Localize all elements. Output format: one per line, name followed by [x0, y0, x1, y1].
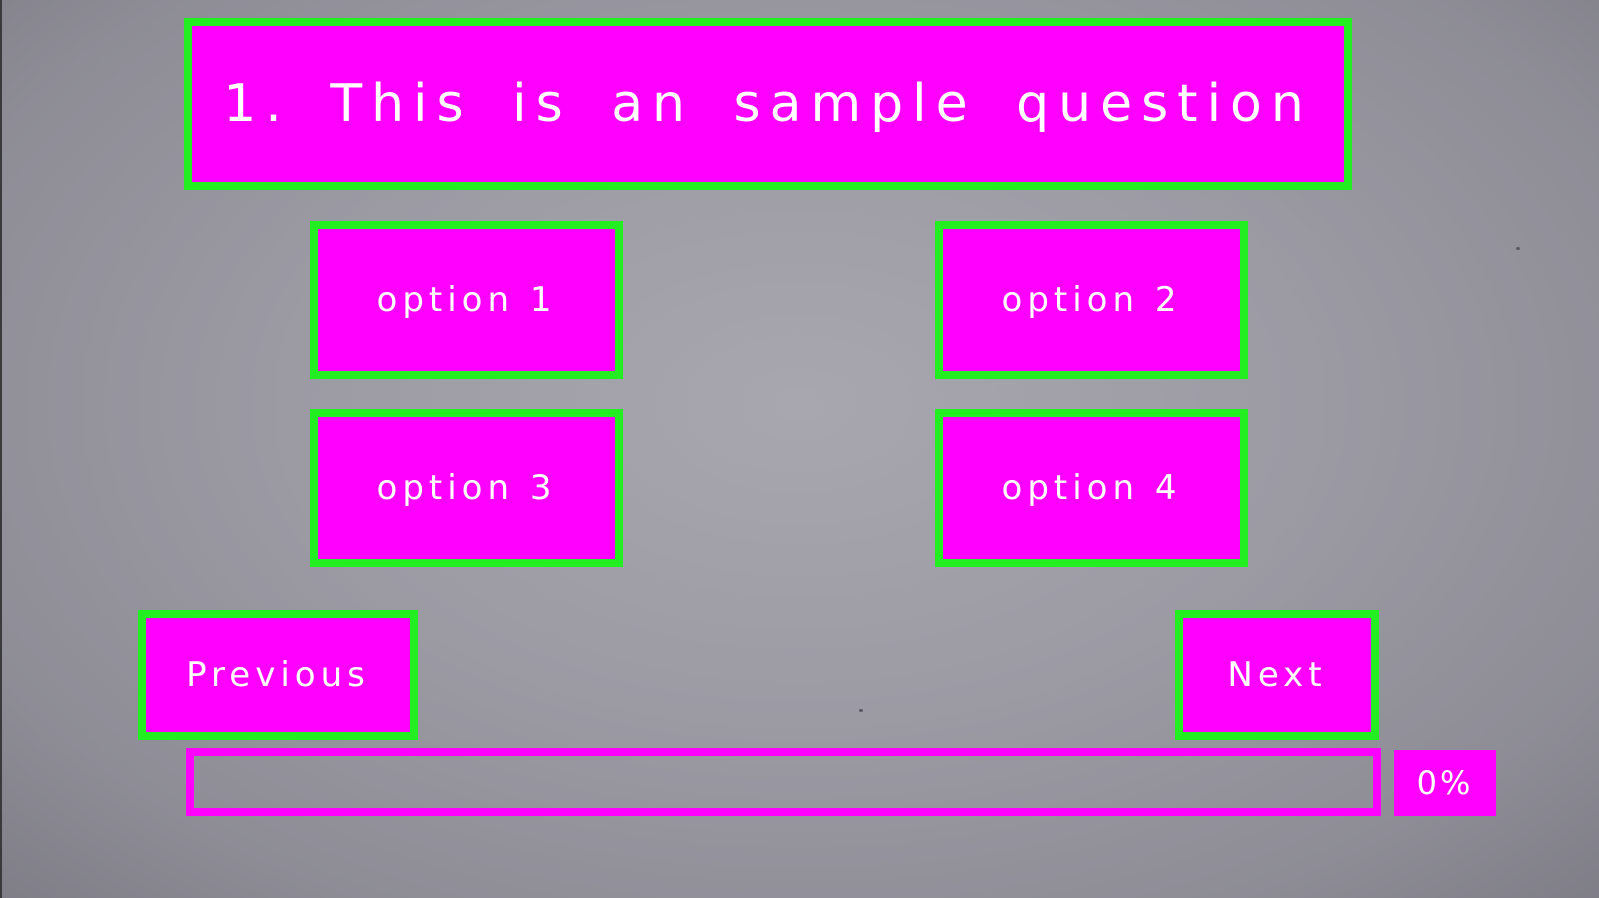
option-3-label: option 3 [376, 468, 557, 508]
question-box: 1. This is an sample question [184, 18, 1352, 190]
progress-bar [186, 748, 1381, 816]
option-4-label: option 4 [1001, 468, 1182, 508]
background-speck [1516, 247, 1520, 250]
option-2-label: option 2 [1001, 280, 1182, 320]
progress-percent: 0% [1394, 750, 1496, 816]
frame-edge [0, 0, 2, 898]
option-3-button[interactable]: option 3 [310, 409, 623, 567]
option-1-label: option 1 [376, 280, 557, 320]
next-button[interactable]: Next [1175, 610, 1379, 740]
previous-label: Previous [186, 655, 370, 695]
next-label: Next [1227, 655, 1327, 695]
option-4-button[interactable]: option 4 [935, 409, 1248, 567]
question-text: 1. This is an sample question [223, 74, 1313, 134]
option-2-button[interactable]: option 2 [935, 221, 1248, 379]
option-1-button[interactable]: option 1 [310, 221, 623, 379]
previous-button[interactable]: Previous [138, 610, 418, 740]
background-speck [859, 709, 863, 712]
